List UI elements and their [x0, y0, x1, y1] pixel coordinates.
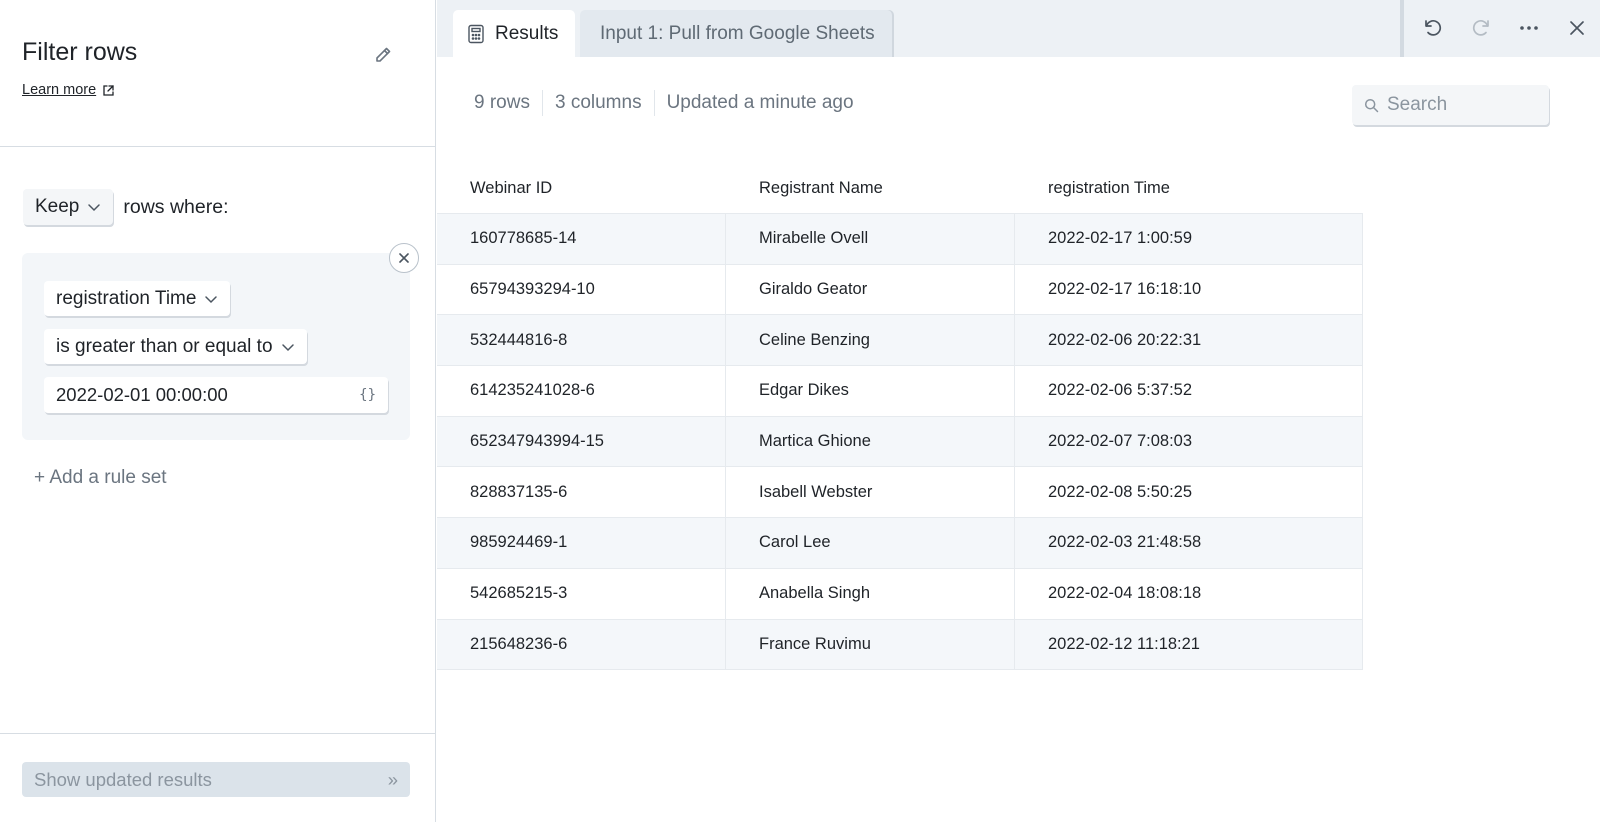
- learn-more-label: Learn more: [22, 82, 97, 98]
- more-icon: [1520, 26, 1538, 30]
- table-cell[interactable]: Carol Lee: [726, 518, 1015, 568]
- table-cell[interactable]: 215648236-6: [437, 619, 726, 670]
- table-cell[interactable]: 2022-02-17 1:00:59: [1015, 214, 1363, 264]
- pencil-icon: [376, 47, 391, 62]
- table-row: 985924469-1 Carol Lee 2022-02-03 21:48:5…: [437, 518, 1363, 569]
- chevron-down-icon: [281, 343, 294, 351]
- chevron-down-icon: [88, 204, 101, 212]
- keep-dropdown[interactable]: Keep: [23, 189, 114, 225]
- keep-rows-row: Keep rows where:: [23, 189, 229, 225]
- calculator-icon: [468, 24, 484, 43]
- remove-rule-set-button[interactable]: [389, 243, 419, 273]
- chevron-down-icon: [205, 295, 218, 303]
- table-cell[interactable]: Giraldo Geator: [726, 264, 1015, 315]
- close-icon: [1570, 21, 1584, 35]
- toolbar-divider: [1400, 0, 1404, 57]
- keep-dropdown-label: Keep: [35, 196, 80, 217]
- table-cell[interactable]: 985924469-1: [437, 518, 726, 568]
- table-cell[interactable]: Mirabelle Ovell: [726, 214, 1015, 264]
- table-cell[interactable]: Edgar Dikes: [726, 366, 1015, 416]
- table-row: 652347943994-15 Martica Ghione 2022-02-0…: [437, 416, 1363, 468]
- results-area: Results Input 1: Pull from Google Sheets: [437, 0, 1600, 822]
- more-button[interactable]: [1513, 12, 1545, 44]
- table-cell[interactable]: 2022-02-08 5:50:25: [1015, 467, 1363, 518]
- double-chevron-right-icon: »: [387, 768, 398, 790]
- rule-operator-label: is greater than or equal to: [56, 335, 273, 357]
- search-input[interactable]: [1387, 94, 1537, 116]
- edit-title-button[interactable]: [368, 40, 398, 70]
- column-header[interactable]: Webinar ID: [437, 163, 726, 214]
- panel-title: Filter rows: [22, 38, 138, 66]
- learn-more-link[interactable]: Learn more: [22, 82, 115, 98]
- table-cell[interactable]: Celine Benzing: [726, 315, 1015, 366]
- results-meta: 9 rows 3 columns Updated a minute ago: [474, 90, 854, 116]
- redo-icon: [1472, 20, 1489, 36]
- search-box[interactable]: [1352, 85, 1549, 125]
- table-cell[interactable]: Anabella Singh: [726, 568, 1015, 619]
- table-cell[interactable]: France Ruvimu: [726, 619, 1015, 670]
- tab-results-label: Results: [495, 22, 559, 44]
- search-icon: [1364, 98, 1379, 112]
- table-cell[interactable]: 65794393294-10: [437, 264, 726, 315]
- redo-button[interactable]: [1465, 12, 1497, 44]
- row-count: 9 rows: [474, 92, 530, 113]
- rows-where-label: rows where:: [123, 195, 229, 218]
- undo-button[interactable]: [1417, 12, 1449, 44]
- add-rule-set-button[interactable]: + Add a rule set: [34, 467, 167, 489]
- meta-divider: [653, 90, 655, 116]
- table-cell[interactable]: 2022-02-07 7:08:03: [1015, 416, 1363, 467]
- table-cell[interactable]: 2022-02-06 20:22:31: [1015, 315, 1363, 366]
- undo-icon: [1425, 20, 1442, 36]
- filter-panel: Filter rows Learn more Keep rows where: …: [0, 0, 436, 822]
- table-cell[interactable]: 542685215-3: [437, 568, 726, 619]
- table-row: 65794393294-10 Giraldo Geator 2022-02-17…: [437, 264, 1363, 316]
- table-header-row: Webinar ID Registrant Name registration …: [437, 163, 1363, 214]
- results-table: Webinar ID Registrant Name registration …: [437, 163, 1363, 671]
- variable-icon[interactable]: {}: [359, 387, 376, 403]
- table-cell[interactable]: Martica Ghione: [726, 416, 1015, 467]
- meta-divider: [541, 90, 543, 116]
- rule-field-dropdown[interactable]: registration Time: [44, 281, 231, 316]
- tab-bar: Results Input 1: Pull from Google Sheets: [437, 0, 1600, 57]
- table-cell[interactable]: 2022-02-12 11:18:21: [1015, 619, 1363, 670]
- table-row: 614235241028-6 Edgar Dikes 2022-02-06 5:…: [437, 366, 1363, 417]
- table-cell[interactable]: 2022-02-03 21:48:58: [1015, 518, 1363, 568]
- table-cell[interactable]: 532444816-8: [437, 315, 726, 366]
- table-cell[interactable]: 652347943994-15: [437, 416, 726, 467]
- close-icon: [399, 253, 409, 263]
- table-row: 828837135-6 Isabell Webster 2022-02-08 5…: [437, 467, 1363, 519]
- show-updated-results-label: Show updated results: [34, 768, 212, 790]
- show-updated-results-button[interactable]: Show updated results »: [22, 762, 410, 797]
- table-cell[interactable]: 2022-02-04 18:08:18: [1015, 568, 1363, 619]
- tab-results[interactable]: Results: [453, 10, 575, 57]
- column-count: 3 columns: [554, 92, 642, 113]
- rule-operator-dropdown[interactable]: is greater than or equal to: [44, 329, 307, 364]
- table-row: 542685215-3 Anabella Singh 2022-02-04 18…: [437, 568, 1363, 620]
- table-cell[interactable]: 160778685-14: [437, 214, 726, 264]
- table-row: 532444816-8 Celine Benzing 2022-02-06 20…: [437, 315, 1363, 367]
- table-cell[interactable]: 828837135-6: [437, 467, 726, 518]
- column-header[interactable]: registration Time: [1015, 163, 1363, 214]
- updated-time: Updated a minute ago: [666, 92, 854, 113]
- table-cell[interactable]: Isabell Webster: [726, 467, 1015, 518]
- rule-value-text: 2022-02-01 00:00:00: [56, 384, 228, 405]
- rule-field-label: registration Time: [56, 287, 197, 309]
- tab-input-1-label: Input 1: Pull from Google Sheets: [600, 22, 875, 44]
- rule-value-input[interactable]: 2022-02-01 00:00:00 {}: [44, 377, 388, 413]
- table-row: 215648236-6 France Ruvimu 2022-02-12 11:…: [437, 619, 1363, 671]
- table-cell[interactable]: 2022-02-06 5:37:52: [1015, 366, 1363, 416]
- table-cell[interactable]: 614235241028-6: [437, 366, 726, 416]
- external-link-icon: [103, 84, 114, 96]
- column-header[interactable]: Registrant Name: [726, 163, 1015, 214]
- table-row: 160778685-14 Mirabelle Ovell 2022-02-17 …: [437, 214, 1363, 265]
- table-cell[interactable]: 2022-02-17 16:18:10: [1015, 264, 1363, 315]
- tab-input-1[interactable]: Input 1: Pull from Google Sheets: [580, 10, 892, 57]
- filter-panel-header: Filter rows Learn more: [0, 0, 436, 147]
- close-button[interactable]: [1561, 12, 1593, 44]
